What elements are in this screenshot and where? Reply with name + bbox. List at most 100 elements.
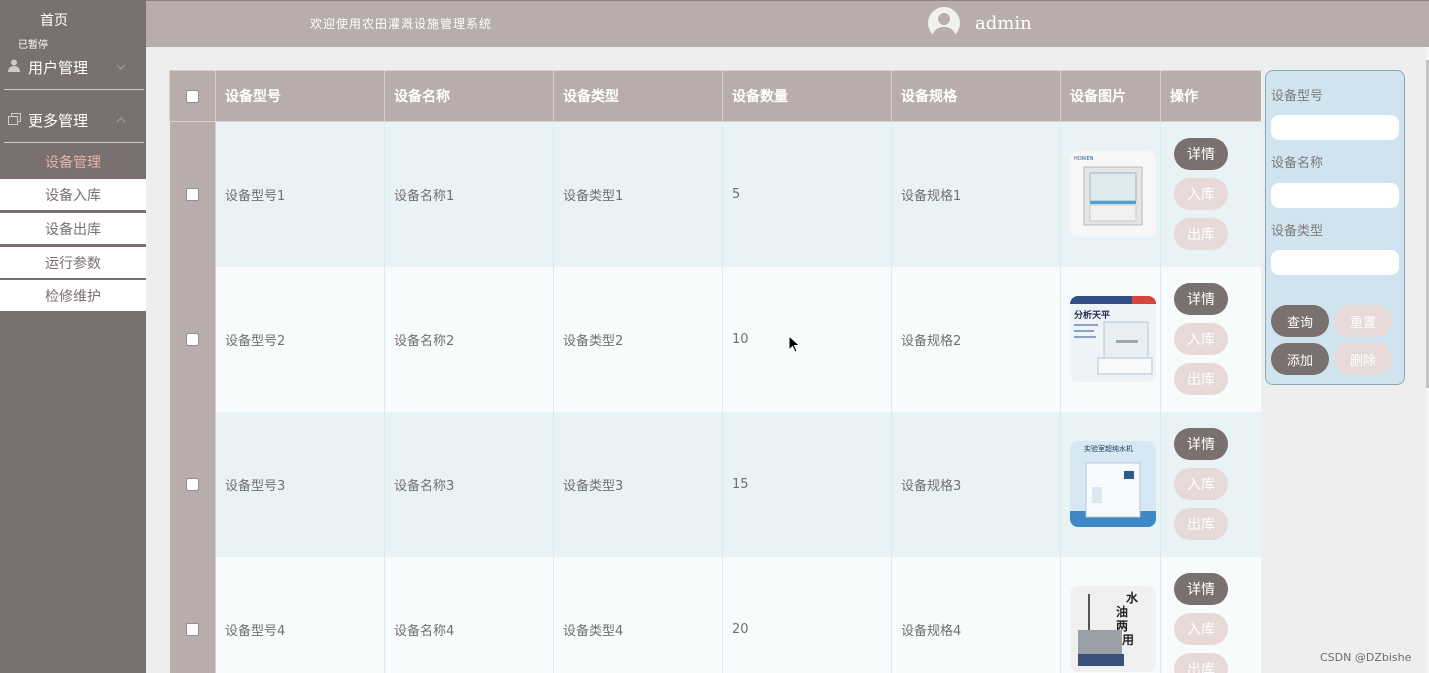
equipment-image-analytical-balance[interactable]: 分析天平 (1070, 296, 1156, 382)
copy-icon (8, 112, 22, 128)
cell-actions: 详情 入库 出库 (1160, 556, 1261, 673)
query-button[interactable]: 查询 (1271, 305, 1329, 337)
image-brand-text: HORIEN (1074, 156, 1094, 162)
column-header-actions: 操作 (1160, 70, 1261, 122)
avatar-body (933, 27, 955, 39)
sidebar-menu-more-management[interactable]: 更多管理 (0, 98, 146, 142)
stock-in-button[interactable]: 入库 (1174, 323, 1228, 355)
top-header: 欢迎使用农田灌溉设施管理系统 admin (146, 0, 1429, 47)
cell-spec: 设备规格2 (891, 266, 1061, 412)
reset-button[interactable]: 重置 (1334, 305, 1392, 337)
cell-name: 设备名称1 (384, 121, 554, 267)
cell-type: 设备类型1 (553, 121, 723, 267)
cell-count: 5 (722, 121, 892, 267)
cell-image: 水 油 两 用 (1060, 556, 1161, 673)
cell-model: 设备型号4 (215, 556, 385, 673)
column-header-name: 设备名称 (384, 70, 554, 122)
row-checkbox[interactable] (185, 622, 199, 636)
column-header-model: 设备型号 (215, 70, 385, 122)
label-model: 设备型号 (1271, 89, 1324, 104)
welcome-text: 欢迎使用农田灌溉设施管理系统 (310, 17, 493, 31)
cell-spec: 设备规格4 (891, 556, 1061, 673)
sidebar-item-maintenance[interactable]: 检修维护 (0, 280, 146, 311)
stock-in-button[interactable]: 入库 (1174, 613, 1228, 645)
stock-out-button[interactable]: 出库 (1174, 653, 1228, 673)
row-select-cell (169, 556, 216, 673)
row-select-cell (169, 411, 216, 557)
column-header-type: 设备类型 (553, 70, 723, 122)
sidebar-home-link[interactable]: 首页 (0, 10, 108, 30)
column-header-spec: 设备规格 (891, 70, 1061, 122)
detail-button[interactable]: 详情 (1174, 428, 1228, 460)
table-row: 设备型号3 设备名称3 设备类型3 15 设备规格3 实验室超纯水机 详情 入库… (169, 411, 1261, 557)
model-search-input[interactable] (1271, 115, 1399, 140)
cell-model: 设备型号2 (215, 266, 385, 412)
sidebar-divider (4, 89, 144, 90)
sidebar-item-equipment-stock-out[interactable]: 设备出库 (0, 213, 146, 244)
image-char-1: 水 (1126, 590, 1139, 605)
cell-name: 设备名称2 (384, 266, 554, 412)
stock-out-button[interactable]: 出库 (1174, 508, 1228, 540)
detail-button[interactable]: 详情 (1174, 573, 1228, 605)
sidebar-item-operating-parameters[interactable]: 运行参数 (0, 247, 146, 278)
stock-out-button[interactable]: 出库 (1174, 218, 1228, 251)
cell-actions: 详情 入库 出库 (1160, 266, 1261, 412)
equipment-table: 设备型号 设备名称 设备类型 设备数量 设备规格 设备图片 操作 设备型号1 设… (169, 70, 1261, 673)
row-select-cell (169, 121, 216, 267)
delete-button[interactable]: 删除 (1334, 343, 1392, 375)
cell-model: 设备型号1 (215, 121, 385, 267)
image-char-4: 用 (1121, 633, 1134, 647)
equipment-image-fume-hood[interactable]: HORIEN (1070, 151, 1156, 238)
sidebar-item-equipment-management[interactable]: 设备管理 (0, 146, 146, 177)
table-row: 设备型号2 设备名称2 设备类型2 10 设备规格2 分析天平 详情 入库 出库 (169, 266, 1261, 412)
detail-button[interactable]: 详情 (1174, 283, 1228, 315)
sidebar: 首页 已暂停 用户管理 更多管理 设备管理 设备入库 设备出库 运行参数 检修维… (0, 0, 146, 673)
sidebar-menu-label: 更多管理 (28, 111, 89, 130)
cell-image: 实验室超纯水机 (1060, 411, 1161, 557)
cell-type: 设备类型4 (553, 556, 723, 673)
table-row: 设备型号1 设备名称1 设备类型1 5 设备规格1 HORIEN 详情 入库 出… (169, 121, 1261, 267)
cell-type: 设备类型2 (553, 266, 723, 412)
sidebar-item-equipment-stock-in[interactable]: 设备入库 (0, 179, 146, 210)
image-char-2: 油 (1116, 604, 1128, 619)
cell-image: HORIEN (1060, 121, 1161, 267)
label-type: 设备类型 (1271, 224, 1324, 239)
table-row: 设备型号4 设备名称4 设备类型4 20 设备规格4 水 油 两 用 详情 入库… (169, 556, 1261, 673)
select-all-checkbox[interactable] (186, 89, 199, 103)
cell-image: 分析天平 (1060, 266, 1161, 412)
row-checkbox[interactable] (185, 477, 199, 491)
chevron-down-icon (116, 62, 126, 73)
cell-spec: 设备规格3 (891, 411, 1061, 557)
add-button[interactable]: 添加 (1271, 343, 1329, 375)
avatar-head (938, 13, 950, 25)
equipment-image-water-bath[interactable]: 水 油 两 用 (1070, 586, 1156, 672)
avatar[interactable] (928, 7, 960, 39)
row-checkbox[interactable] (185, 332, 199, 346)
cell-count: 15 (722, 411, 892, 557)
mouse-cursor-icon (788, 334, 801, 357)
stock-in-button[interactable]: 入库 (1174, 468, 1228, 500)
username[interactable]: admin (975, 13, 1032, 34)
name-search-input[interactable] (1271, 183, 1399, 208)
stock-out-button[interactable]: 出库 (1174, 363, 1228, 395)
cell-count: 20 (722, 556, 892, 673)
stock-in-button[interactable]: 入库 (1174, 178, 1228, 211)
row-select-cell (169, 266, 216, 412)
sidebar-divider (4, 142, 144, 143)
cell-count: 10 (722, 266, 892, 412)
cell-spec: 设备规格1 (891, 121, 1061, 267)
cell-name: 设备名称3 (384, 411, 554, 557)
cell-actions: 详情 入库 出库 (1160, 411, 1261, 557)
label-name: 设备名称 (1271, 156, 1324, 171)
equipment-image-pure-water-machine[interactable]: 实验室超纯水机 (1070, 441, 1156, 527)
row-checkbox[interactable] (185, 187, 199, 201)
watermark: CSDN @DZbishe (1320, 651, 1412, 664)
sidebar-menu-user-management[interactable]: 用户管理 (0, 45, 146, 89)
chevron-up-icon (116, 115, 126, 126)
image-title-text: 分析天平 (1074, 309, 1110, 321)
search-panel: 设备型号 设备名称 设备类型 查询 重置 添加 删除 (1265, 70, 1405, 385)
column-header-count: 设备数量 (722, 70, 892, 122)
cell-model: 设备型号3 (215, 411, 385, 557)
detail-button[interactable]: 详情 (1174, 138, 1228, 171)
type-search-input[interactable] (1271, 250, 1399, 275)
